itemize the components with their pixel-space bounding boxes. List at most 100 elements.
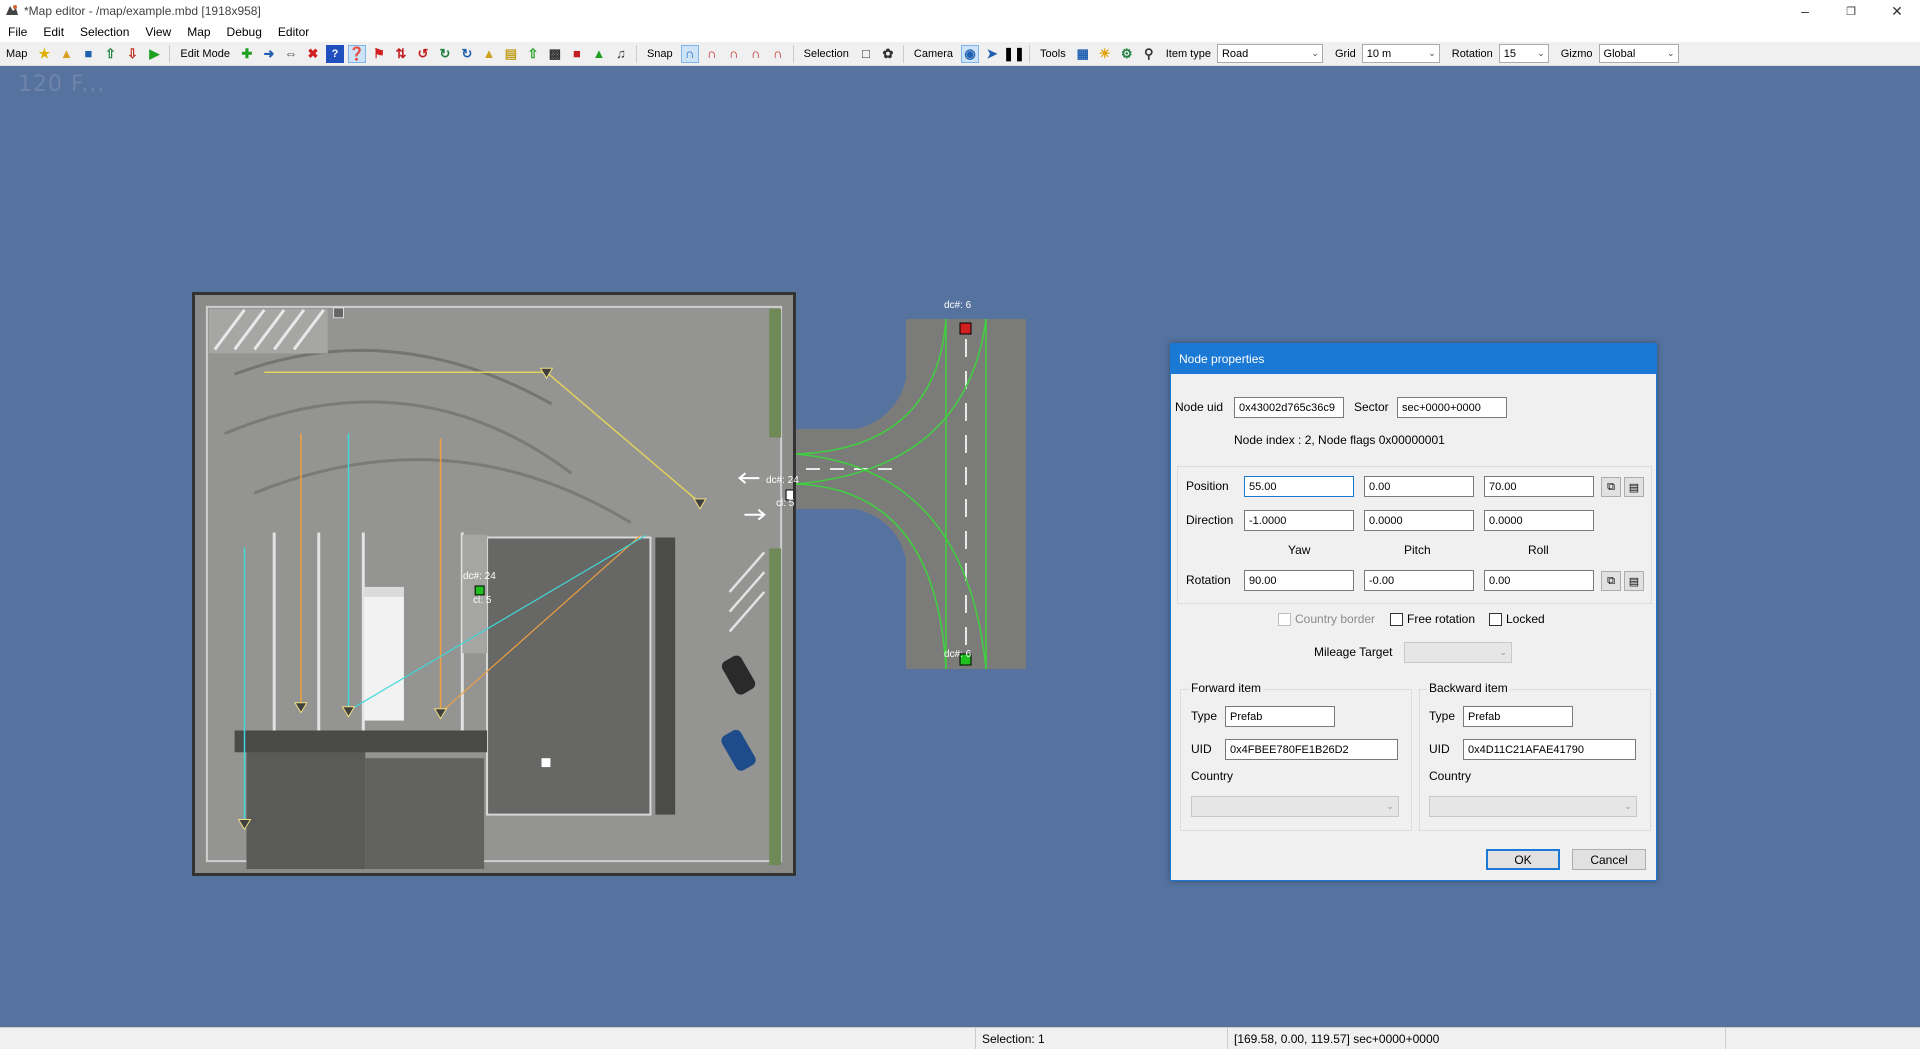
locked-checkbox[interactable]: Locked [1489, 612, 1545, 626]
mileage-target-select[interactable]: ⌄ [1404, 642, 1512, 663]
split-icon[interactable]: ⇔ [282, 45, 300, 63]
toolbar-gizmo-label: Gizmo [1560, 47, 1593, 60]
direction-y-field[interactable]: 0.0000 [1364, 510, 1474, 531]
chevron-down-icon: ⌄ [1537, 48, 1545, 58]
rotate-cw-icon[interactable]: ↻ [436, 45, 454, 63]
direction-z-field[interactable]: 0.0000 [1484, 510, 1594, 531]
paste-position-button[interactable]: ▤ [1624, 477, 1644, 497]
rotation-pitch-field[interactable]: -0.00 [1364, 570, 1474, 591]
paste-rotation-button[interactable]: ▤ [1624, 571, 1644, 591]
forward-uid-field[interactable]: 0x4FBEE780FE1B26D2 [1225, 739, 1398, 760]
building-icon[interactable]: ▩ [546, 45, 564, 63]
sound-icon[interactable]: ♫ [612, 45, 630, 63]
minimize-button[interactable]: – [1782, 0, 1828, 22]
grid-tool-icon[interactable]: ▦ [1074, 45, 1092, 63]
rotate-ccw-icon[interactable]: ↺ [414, 45, 432, 63]
menu-debug[interactable]: Debug [219, 25, 270, 39]
delete-icon[interactable]: ✖ [304, 45, 322, 63]
menu-map[interactable]: Map [179, 25, 218, 39]
vehicle-icon[interactable]: ■ [568, 45, 586, 63]
arrow-up-icon[interactable]: ⇧ [524, 45, 542, 63]
search-icon[interactable]: ⚲ [1140, 45, 1158, 63]
dialog-title: Node properties [1171, 344, 1656, 374]
upload-icon[interactable]: ⇧ [101, 45, 119, 63]
rotation-select[interactable]: 15 ⌄ [1498, 44, 1549, 63]
free-rotation-checkbox[interactable]: Free rotation [1390, 612, 1475, 626]
node-uid-field[interactable]: 0x43002d765c36c9 [1234, 397, 1344, 418]
backward-country-select[interactable]: ⌄ [1429, 796, 1637, 817]
bird-icon[interactable]: ➤ [983, 45, 1001, 63]
forward-item-title: Forward item [1189, 681, 1264, 695]
copy-position-button[interactable]: ⧉ [1601, 477, 1621, 497]
help-icon[interactable]: ? [325, 44, 344, 63]
prefab-parking-lot[interactable] [192, 292, 796, 876]
status-divider [1725, 1028, 1726, 1049]
forward-type-label: Type [1191, 709, 1218, 723]
magnet-road-icon[interactable]: ∩ [725, 45, 743, 63]
node-properties-dialog: Node properties Node uid 0x43002d765c36c… [1170, 343, 1657, 881]
menu-edit[interactable]: Edit [35, 25, 72, 39]
sun-icon[interactable]: ☀ [1096, 45, 1114, 63]
lasso-icon[interactable]: ✿ [879, 45, 897, 63]
question-circle-icon[interactable]: ❓ [347, 44, 366, 63]
backward-item-title: Backward item [1427, 681, 1510, 695]
arrow-right-icon[interactable]: ➜ [260, 45, 278, 63]
toolbar-selection-label: Selection [803, 47, 849, 60]
toolbar-separator [792, 44, 794, 63]
cancel-button[interactable]: Cancel [1572, 849, 1646, 870]
close-button[interactable]: ✕ [1874, 0, 1920, 22]
signal-icon[interactable]: ⇅ [392, 45, 410, 63]
prefab-t-junction[interactable] [796, 319, 1026, 669]
refresh-icon[interactable]: ↻ [458, 45, 476, 63]
flag-icon[interactable]: ⚑ [370, 45, 388, 63]
toolbar-separator [635, 44, 637, 63]
rotation-roll-field[interactable]: 0.00 [1484, 570, 1594, 591]
forward-country-select[interactable]: ⌄ [1191, 796, 1399, 817]
star-icon[interactable]: ★ [35, 45, 53, 63]
sector-field[interactable]: sec+0000+0000 [1397, 397, 1507, 418]
restore-button[interactable]: ❐ [1828, 0, 1874, 22]
position-y-field[interactable]: 0.00 [1364, 476, 1474, 497]
lot-node-label: dc#: 24 [463, 571, 496, 582]
menu-selection[interactable]: Selection [72, 25, 137, 39]
gear-icon[interactable]: ⚙ [1118, 45, 1136, 63]
download-icon[interactable]: ⇩ [123, 45, 141, 63]
status-divider [975, 1028, 976, 1049]
menu-file[interactable]: File [0, 25, 35, 39]
toolbar-camera-label: Camera [913, 47, 954, 60]
chevron-down-icon: ⌄ [1499, 647, 1507, 657]
tree-icon[interactable]: ▲ [590, 45, 608, 63]
rect-select-icon[interactable]: □ [857, 45, 875, 63]
backward-type-field[interactable]: Prefab [1463, 706, 1573, 727]
open-folder-icon[interactable]: ▲ [57, 45, 75, 63]
barrier-icon[interactable]: ▤ [502, 45, 520, 63]
save-icon[interactable]: ■ [79, 45, 97, 63]
paste-icon: ▤ [1628, 575, 1640, 588]
ok-button[interactable]: OK [1486, 849, 1560, 870]
forward-type-field[interactable]: Prefab [1225, 706, 1335, 727]
copy-rotation-button[interactable]: ⧉ [1601, 571, 1621, 591]
country-border-checkbox[interactable]: Country border [1278, 612, 1375, 626]
magnet-icon[interactable]: ∩ [680, 44, 699, 63]
position-z-field[interactable]: 70.00 [1484, 476, 1594, 497]
main-toolbar: Map ★ ▲ ■ ⇧ ⇩ ▶ Edit Mode ✚ ➜ ⇔ ✖ ? ❓ ⚑ … [0, 42, 1920, 66]
magnet-terrain-icon[interactable]: ∩ [769, 45, 787, 63]
magnet-node-icon[interactable]: ∩ [703, 45, 721, 63]
position-x-field[interactable]: 55.00 [1244, 476, 1354, 497]
play-icon[interactable]: ▶ [145, 45, 163, 63]
rotation-yaw-field[interactable]: 90.00 [1244, 570, 1354, 591]
direction-x-field[interactable]: -1.0000 [1244, 510, 1354, 531]
grid-select[interactable]: 10 m ⌄ [1361, 44, 1440, 63]
gizmo-select[interactable]: Global ⌄ [1598, 44, 1679, 63]
restore-icon: ❐ [1846, 5, 1856, 18]
lamp-icon[interactable]: ▲ [480, 45, 498, 63]
globe-icon[interactable]: ◉ [961, 44, 980, 63]
menu-editor[interactable]: Editor [270, 25, 317, 39]
magnet-prefab-icon[interactable]: ∩ [747, 45, 765, 63]
menu-view[interactable]: View [137, 25, 179, 39]
pause-icon[interactable]: ❚❚ [1003, 45, 1025, 63]
item-type-select[interactable]: Road ⌄ [1216, 44, 1323, 63]
add-icon[interactable]: ✚ [238, 45, 256, 63]
toolbar-grid-label: Grid [1334, 47, 1356, 60]
backward-uid-field[interactable]: 0x4D11C21AFAE41790 [1463, 739, 1636, 760]
